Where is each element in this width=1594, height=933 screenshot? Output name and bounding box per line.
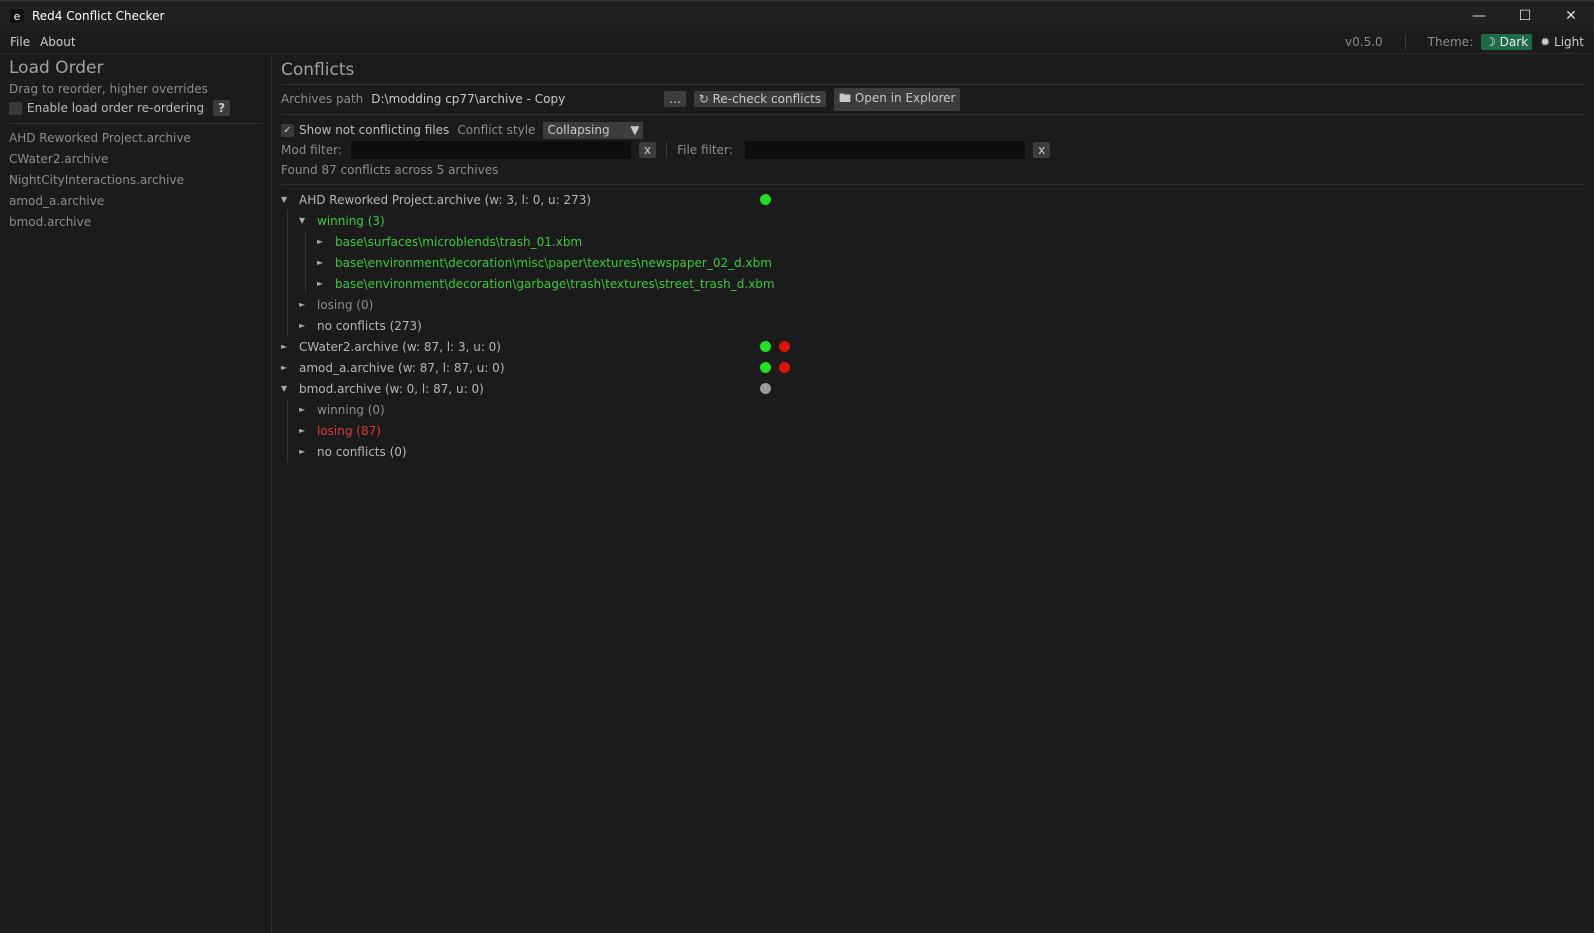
minimize-button[interactable]: — <box>1456 8 1502 24</box>
clear-mod-filter-button[interactable]: x <box>639 142 657 158</box>
show-not-conflicting-label: Show not conflicting files <box>299 123 450 137</box>
divider <box>1404 34 1406 50</box>
archives-path-value: D:\modding cp77\archive - Copy <box>371 92 566 106</box>
reorder-label: Enable load order re-ordering <box>27 101 205 115</box>
conflict-style-value: Collapsing <box>547 122 610 137</box>
reorder-checkbox[interactable] <box>9 101 22 115</box>
tree-file-node[interactable]: ► base\surfaces\microblends\trash_01.xbm <box>281 231 1584 252</box>
app-icon: e <box>10 9 24 23</box>
tree-no-conflicts-node[interactable]: ► no conflicts (273) <box>281 315 1584 336</box>
load-order-item[interactable]: NightCityInteractions.archive <box>9 173 262 187</box>
load-order-hint: Drag to reorder, higher overrides <box>9 82 208 96</box>
summary-text: Found 87 conflicts across 5 archives <box>281 163 499 177</box>
tree-file-node[interactable]: ► base\environment\decoration\misc\paper\… <box>281 252 1584 273</box>
recheck-button[interactable]: ↻ Re-check conflicts <box>693 91 827 107</box>
neutral-status-dot <box>760 383 771 394</box>
winning-status-dot <box>760 194 771 205</box>
window-title: Red4 Conflict Checker <box>32 9 165 23</box>
divider <box>9 123 262 124</box>
clear-file-filter-button[interactable]: x <box>1033 142 1051 158</box>
divider <box>666 142 668 158</box>
losing-status-dot <box>779 362 790 373</box>
chevron-down-icon: ▼ <box>630 122 640 137</box>
divider <box>281 184 1584 185</box>
conflicts-title: Conflicts <box>281 60 355 80</box>
tree-losing-node[interactable]: ► losing (87) <box>281 420 1584 441</box>
close-button[interactable]: ✕ <box>1548 8 1594 24</box>
menu-file[interactable]: File <box>10 35 30 49</box>
file-filter-input[interactable] <box>745 141 1026 159</box>
conflicts-panel: Conflicts Archives path D:\modding cp77\… <box>281 54 1584 933</box>
tree-file-node[interactable]: ► base\environment\decoration\garbage\tra… <box>281 273 1584 294</box>
tree-winning-node[interactable]: ► winning (0) <box>281 399 1584 420</box>
winning-status-dot <box>760 362 771 373</box>
tree-archive-node[interactable]: ► CWater2.archive (w: 87, l: 3, u: 0) <box>281 336 1584 357</box>
mod-filter-input[interactable] <box>351 141 631 159</box>
load-order-item[interactable]: bmod.archive <box>9 215 262 229</box>
load-order-item[interactable]: amod_a.archive <box>9 194 262 208</box>
tree-archive-node[interactable]: ▼ AHD Reworked Project.archive (w: 3, l: … <box>281 189 1584 210</box>
mod-filter-label: Mod filter: <box>281 143 342 157</box>
tree-archive-node[interactable]: ▼ bmod.archive (w: 0, l: 87, u: 0) <box>281 378 1584 399</box>
winning-status-dot <box>760 341 771 352</box>
title-bar: e Red4 Conflict Checker — ☐ ✕ <box>0 0 1594 31</box>
show-not-conflicting-checkbox[interactable]: ✓ <box>281 123 294 137</box>
load-order-panel: Load Order Drag to reorder, higher overr… <box>0 54 272 933</box>
conflict-tree: ▼ AHD Reworked Project.archive (w: 3, l: … <box>281 189 1584 462</box>
load-order-item[interactable]: CWater2.archive <box>9 152 262 166</box>
theme-label: Theme: <box>1427 35 1474 49</box>
file-filter-label: File filter: <box>677 143 733 157</box>
tree-winning-node[interactable]: ▼ winning (3) <box>281 210 1584 231</box>
conflict-style-label: Conflict style <box>457 123 536 137</box>
menu-about[interactable]: About <box>40 35 75 49</box>
theme-dark-button[interactable]: ☽ Dark <box>1481 34 1533 50</box>
theme-light-button[interactable]: ✹ Light <box>1540 35 1584 49</box>
archives-path-label: Archives path <box>281 92 364 106</box>
conflict-style-select[interactable]: Collapsing ▼ <box>543 121 644 139</box>
losing-status-dot <box>779 341 790 352</box>
browse-button[interactable]: ... <box>664 91 686 107</box>
load-order-title: Load Order <box>9 58 104 78</box>
divider <box>281 114 1584 115</box>
menu-bar: File About v0.5.0 Theme: ☽ Dark ✹ Light <box>0 31 1594 54</box>
open-explorer-button[interactable]: 🖿 Open in Explorer <box>834 87 961 111</box>
version-label: v0.5.0 <box>1345 35 1383 49</box>
maximize-button[interactable]: ☐ <box>1502 8 1548 24</box>
load-order-item[interactable]: AHD Reworked Project.archive <box>9 131 262 145</box>
tree-archive-node[interactable]: ► amod_a.archive (w: 87, l: 87, u: 0) <box>281 357 1584 378</box>
divider <box>281 84 1584 85</box>
tree-no-conflicts-node[interactable]: ► no conflicts (0) <box>281 441 1584 462</box>
help-button[interactable]: ? <box>213 100 231 116</box>
tree-losing-node[interactable]: ► losing (0) <box>281 294 1584 315</box>
